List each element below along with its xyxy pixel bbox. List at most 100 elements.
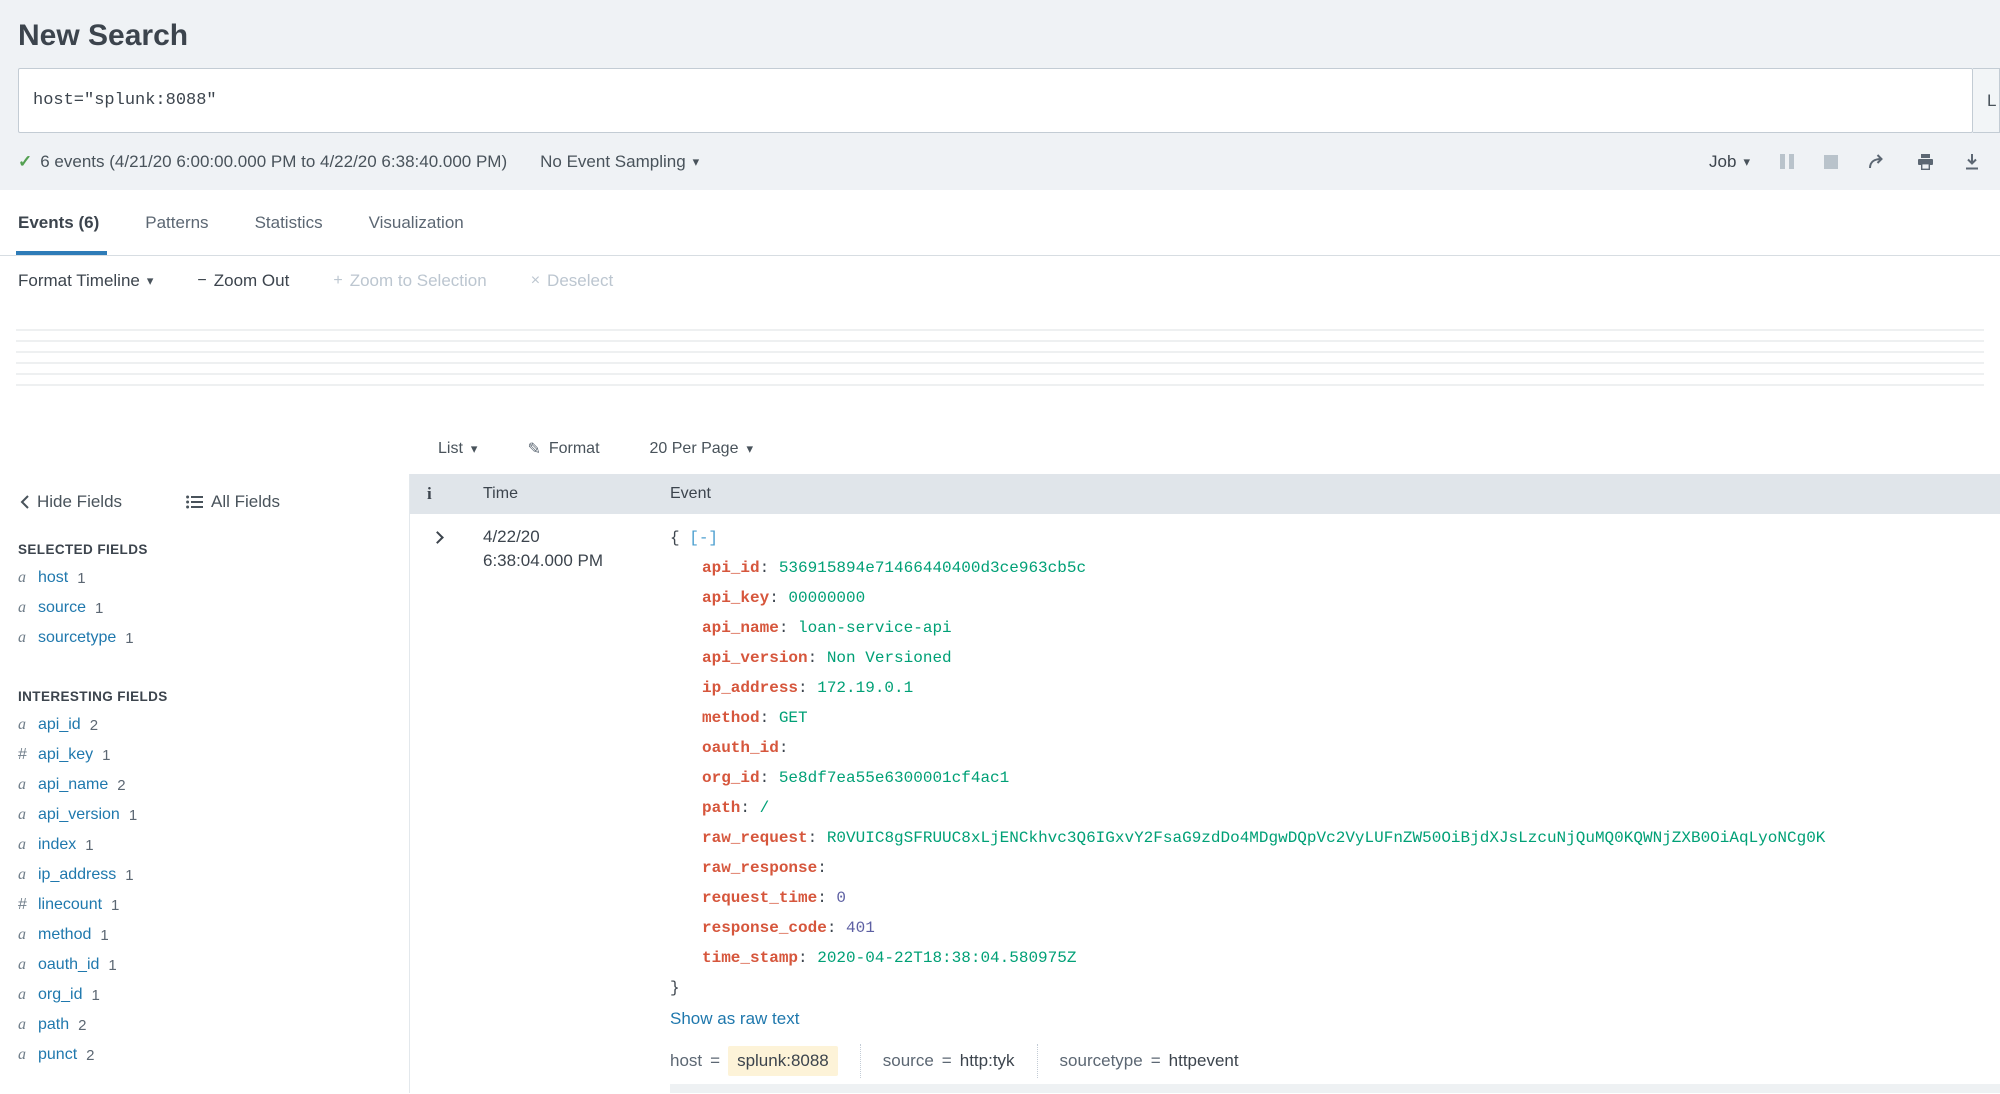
stop-icon <box>1824 154 1838 169</box>
per-page-dropdown[interactable]: 20 Per Page ▾ <box>650 440 753 458</box>
time-column-header: Time <box>483 485 518 502</box>
json-value: loan-service-api <box>798 619 952 637</box>
field-name[interactable]: api_version <box>38 806 120 824</box>
string-field-icon: a <box>18 956 26 973</box>
fields-sidebar-header: Hide Fields All Fields <box>0 492 300 512</box>
string-field-icon: a <box>18 599 26 616</box>
field-name[interactable]: punct <box>38 1046 77 1064</box>
field-item-api_id[interactable]: a api_id 2 <box>0 710 409 740</box>
field-item-org_id[interactable]: a org_id 1 <box>0 980 409 1010</box>
tab-visualization[interactable]: Visualization <box>369 190 464 255</box>
field-item-ip_address[interactable]: a ip_address 1 <box>0 860 409 890</box>
results-area: Hide Fields All Fields SELECTED FIELDS a… <box>0 474 2000 1093</box>
field-item-method[interactable]: a method 1 <box>0 920 409 950</box>
field-item-host[interactable]: a host 1 <box>0 563 409 593</box>
field-name[interactable]: org_id <box>38 986 82 1004</box>
deselect-button[interactable]: × Deselect <box>531 271 613 291</box>
field-name[interactable]: sourcetype <box>38 629 116 647</box>
event-sampling-dropdown[interactable]: No Event Sampling ▾ <box>540 152 699 172</box>
field-name[interactable]: oauth_id <box>38 956 99 974</box>
field-name[interactable]: source <box>38 599 86 617</box>
field-item-linecount[interactable]: # linecount 1 <box>0 890 409 920</box>
timeline-histogram[interactable] <box>16 320 1984 386</box>
all-fields-button[interactable]: All Fields <box>186 492 280 512</box>
info-column-header: i <box>427 484 432 503</box>
field-name[interactable]: index <box>38 836 76 854</box>
tab-events-label: Events (6) <box>18 212 100 232</box>
field-name[interactable]: api_id <box>38 716 81 734</box>
field-name[interactable]: host <box>38 569 68 587</box>
tab-statistics-label: Statistics <box>254 212 323 232</box>
tab-patterns[interactable]: Patterns <box>145 190 208 255</box>
list-icon <box>186 495 204 509</box>
expand-event-button[interactable] <box>410 523 483 1093</box>
json-field-line-api_id: api_id: 536915894e71466440400d3ce963cb5c <box>702 559 1087 577</box>
format-timeline-dropdown[interactable]: Format Timeline ▾ <box>18 271 153 291</box>
json-key: api_name <box>702 619 779 637</box>
field-name[interactable]: path <box>38 1016 69 1034</box>
string-field-icon: a <box>18 1046 26 1063</box>
print-button[interactable] <box>1917 153 1934 170</box>
pause-icon <box>1780 154 1794 169</box>
download-icon <box>1966 154 1978 170</box>
field-value-count: 1 <box>111 896 120 914</box>
tab-events[interactable]: Events (6) <box>15 190 108 255</box>
field-item-sourcetype[interactable]: a sourcetype 1 <box>0 623 409 653</box>
string-field-icon: a <box>18 1016 26 1033</box>
caret-down-icon: ▾ <box>692 153 700 169</box>
json-key: oauth_id <box>702 739 779 757</box>
field-item-oauth_id[interactable]: a oauth_id 1 <box>0 950 409 980</box>
json-value: 172.19.0.1 <box>817 679 914 697</box>
hide-fields-button[interactable]: Hide Fields <box>20 492 122 512</box>
deselect-label: Deselect <box>547 271 614 290</box>
footer-field-label: sourcetype <box>1059 1051 1143 1070</box>
field-name[interactable]: ip_address <box>38 866 116 884</box>
list-view-dropdown[interactable]: List ▾ <box>438 440 477 458</box>
check-icon: ✓ <box>18 151 33 171</box>
pause-button[interactable] <box>1780 154 1794 169</box>
field-name[interactable]: api_key <box>38 746 93 764</box>
share-button[interactable] <box>1868 154 1887 169</box>
field-name[interactable]: method <box>38 926 91 944</box>
field-item-path[interactable]: a path 2 <box>0 1010 409 1040</box>
json-key: ip_address <box>702 679 799 697</box>
field-item-punct[interactable]: a punct 2 <box>0 1040 409 1070</box>
field-item-api_key[interactable]: # api_key 1 <box>0 740 409 770</box>
string-field-icon: a <box>18 569 26 586</box>
footer-field-value[interactable]: splunk:8088 <box>728 1046 838 1076</box>
json-key: api_key <box>702 589 770 607</box>
json-field-line-api_version: api_version: Non Versioned <box>702 649 952 667</box>
format-results-button[interactable]: ✎ Format <box>527 439 599 459</box>
footer-field-label: host <box>670 1051 703 1070</box>
footer-field-value[interactable]: httpevent <box>1169 1051 1239 1071</box>
zoom-out-button[interactable]: − Zoom Out <box>197 271 289 291</box>
json-value: R0VUIC8gSFRUUC8xLjENCkhvc3Q6IGxvY2FsaG9z… <box>826 829 1826 847</box>
field-item-api_name[interactable]: a api_name 2 <box>0 770 409 800</box>
show-raw-text-link[interactable]: Show as raw text <box>670 1009 799 1029</box>
json-value: 00000000 <box>788 589 866 607</box>
tab-statistics[interactable]: Statistics <box>255 190 323 255</box>
event-json: { [-] api_id: 536915894e71466440400d3ce9… <box>670 523 2000 1003</box>
tab-patterns-label: Patterns <box>145 212 209 232</box>
job-menu-button[interactable]: Job ▾ <box>1709 152 1750 172</box>
field-item-index[interactable]: a index 1 <box>0 830 409 860</box>
json-key: response_code <box>702 919 827 937</box>
export-button[interactable] <box>1964 153 1980 170</box>
time-range-picker-button[interactable]: L <box>1973 68 2000 133</box>
field-name[interactable]: linecount <box>38 896 102 914</box>
events-panel: i Time Event 4/22/20 6:38:04.000 PM { [-… <box>410 474 2000 1093</box>
string-field-icon: a <box>18 986 26 1003</box>
stop-button[interactable] <box>1824 154 1838 169</box>
json-field-line-request_time: request_time: 0 <box>702 889 847 907</box>
field-item-api_version[interactable]: a api_version 1 <box>0 800 409 830</box>
field-item-source[interactable]: a source 1 <box>0 593 409 623</box>
json-collapse-toggle[interactable]: [-] <box>689 529 718 547</box>
search-input[interactable] <box>18 68 1973 133</box>
footer-field-value[interactable]: http:tyk <box>960 1051 1015 1071</box>
event-count-status: 6 events (4/21/20 6:00:00.000 PM to 4/22… <box>40 151 508 171</box>
json-value: 5e8df7ea55e6300001cf4ac1 <box>778 769 1010 787</box>
field-name[interactable]: api_name <box>38 776 108 794</box>
json-key: request_time <box>702 889 818 907</box>
zoom-to-selection-button[interactable]: + Zoom to Selection <box>333 271 486 291</box>
field-value-count: 1 <box>125 866 134 884</box>
